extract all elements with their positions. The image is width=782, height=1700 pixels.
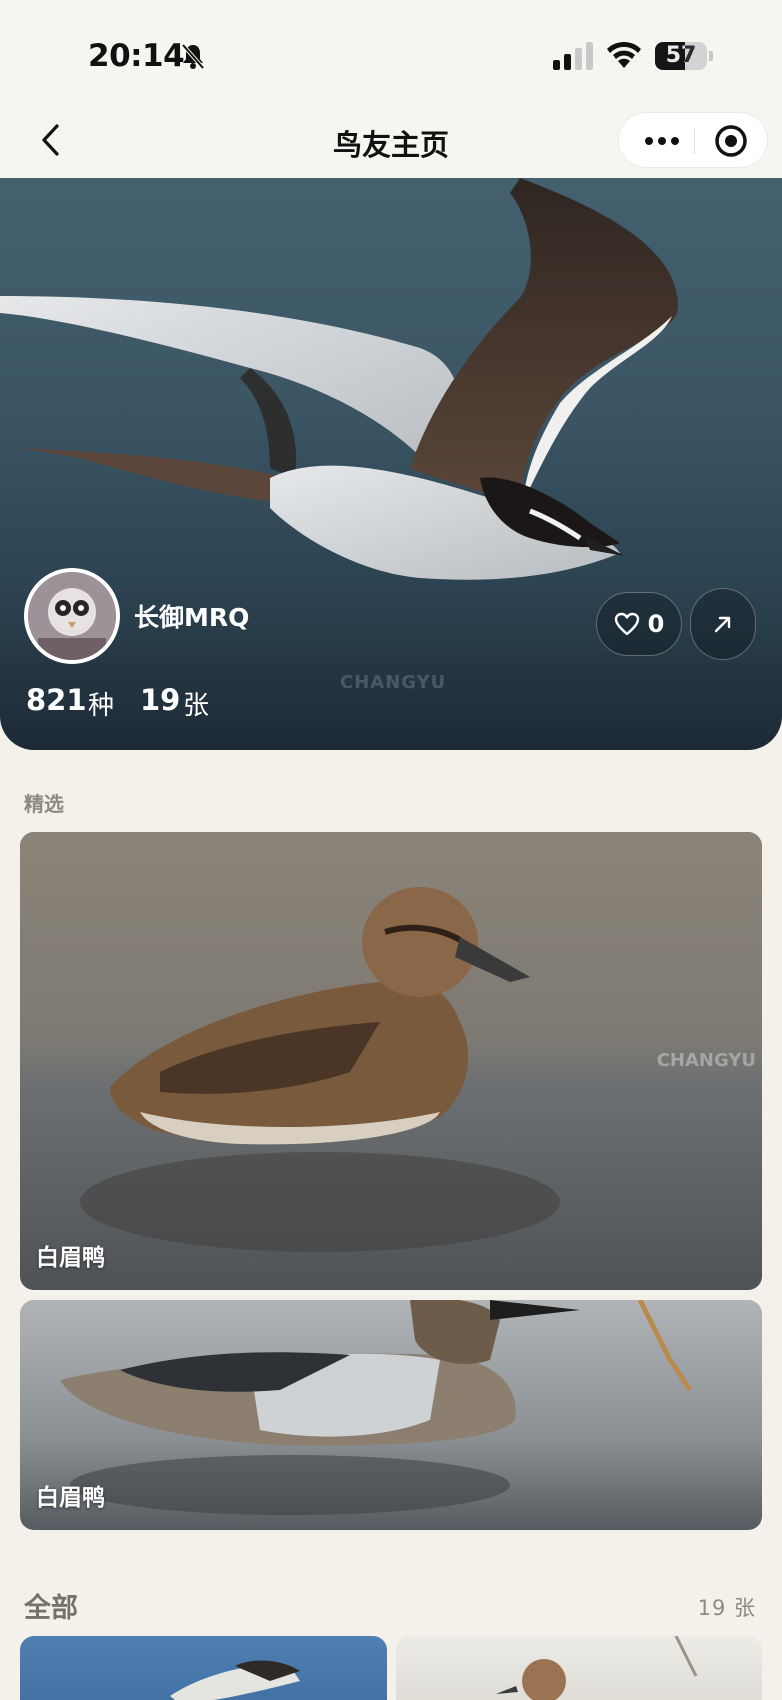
share-button[interactable] bbox=[690, 588, 756, 660]
avatar-image bbox=[28, 572, 116, 660]
avatar[interactable] bbox=[24, 568, 120, 664]
wifi-icon bbox=[607, 41, 641, 68]
bird-thumbnail-image bbox=[170, 1660, 300, 1700]
photo-thumbnail[interactable] bbox=[20, 1636, 387, 1700]
photo-unit: 张 bbox=[183, 691, 210, 721]
signal-icon bbox=[553, 42, 593, 70]
species-unit: 种 bbox=[88, 691, 115, 721]
featured-photo-card[interactable]: 白眉鸭 bbox=[20, 1300, 762, 1530]
share-arrow-icon bbox=[714, 616, 731, 633]
heart-icon bbox=[614, 612, 639, 636]
photo-watermark: CHANGYU bbox=[656, 1050, 756, 1071]
nav-bar: 鸟友主页 bbox=[0, 100, 782, 180]
hero-watermark: CHANGYU bbox=[340, 672, 447, 693]
featured-photo-card[interactable]: CHANGYU 白眉鸭 bbox=[20, 832, 762, 1290]
all-section-label: 全部 bbox=[24, 1593, 78, 1624]
photo-thumbnail[interactable] bbox=[396, 1636, 762, 1700]
profile-hero: CHANGYU 长御MRQ 821 种 19 张 0 bbox=[0, 178, 782, 750]
user-name: 长御MRQ bbox=[134, 603, 250, 632]
status-time: 20:14 bbox=[88, 38, 185, 74]
target-icon[interactable] bbox=[713, 123, 749, 159]
more-button[interactable] bbox=[637, 121, 687, 161]
bird-thumbnail-image bbox=[496, 1636, 698, 1700]
species-count: 821 bbox=[26, 683, 87, 717]
mini-program-capsule bbox=[618, 112, 768, 168]
status-bar: 20:14 57 bbox=[0, 0, 782, 100]
battery-percent: 57 bbox=[665, 43, 697, 68]
duck-photo bbox=[20, 832, 762, 1290]
like-button[interactable]: 0 bbox=[596, 592, 682, 656]
duck-photo bbox=[20, 1300, 762, 1530]
like-count: 0 bbox=[647, 610, 665, 638]
more-dots-icon bbox=[645, 137, 653, 145]
photo-caption: 白眉鸭 bbox=[36, 1245, 105, 1271]
more-dot bbox=[671, 137, 679, 145]
all-photo-count: 19 张 bbox=[697, 1596, 756, 1620]
battery-icon: 57 bbox=[655, 42, 707, 70]
hero-bird-photo bbox=[0, 178, 679, 580]
photo-caption: 白眉鸭 bbox=[36, 1485, 105, 1511]
photo-count: 19 bbox=[140, 683, 181, 717]
more-dot bbox=[658, 137, 666, 145]
featured-section-label: 精选 bbox=[24, 792, 64, 816]
bell-off-icon bbox=[181, 43, 205, 70]
capsule-divider bbox=[694, 128, 695, 154]
battery-cap bbox=[709, 51, 713, 61]
